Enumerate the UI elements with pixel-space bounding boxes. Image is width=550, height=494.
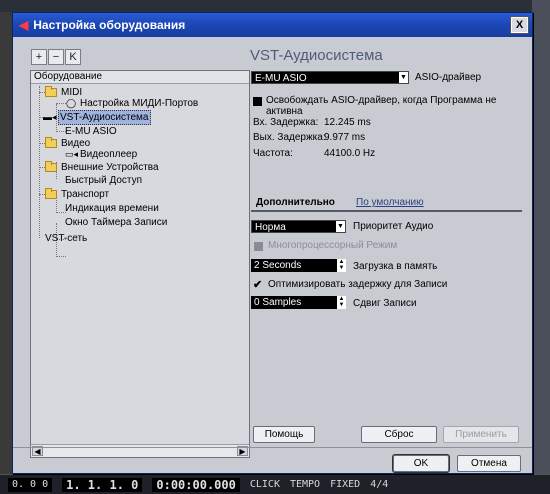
help-button[interactable]: Помощь xyxy=(253,426,315,443)
release-driver-label: Освобождать ASIO-драйвер, когда Программ… xyxy=(266,95,497,117)
multiprocessing-label: Многопроцессорный Режим xyxy=(268,240,398,251)
app-arrow-icon: ◀ xyxy=(19,18,29,32)
tree-body: MIDI ◯ Настройка МИДИ-Портов ▬◂ VST-Ауди… xyxy=(31,84,249,442)
output-latency-label: Вых. Задержка: xyxy=(253,132,326,143)
input-latency-value: 12.245 ms xyxy=(324,117,371,128)
multiprocessing-checkbox[interactable] xyxy=(254,242,263,254)
input-latency-label: Вх. Задержка: xyxy=(253,117,319,128)
tree-item-time-display[interactable]: Индикация времени xyxy=(65,202,159,215)
sample-rate-label: Частота: xyxy=(253,148,293,159)
tab-advanced[interactable]: Дополнительно xyxy=(256,197,335,208)
add-device-button[interactable]: + xyxy=(31,49,47,65)
title-bar[interactable]: ◀ Настройка оборудования xyxy=(13,13,532,37)
transport-left: 0. 0 0 xyxy=(8,477,53,492)
stepper-arrows-icon: ▲ ▼ xyxy=(337,259,346,272)
tree-item-video-player[interactable]: ▭◂ Видеоплеер xyxy=(65,148,137,161)
asio-driver-label: ASIO-драйвер xyxy=(415,72,482,83)
folder-icon xyxy=(45,188,57,199)
device-toolbar: + − K xyxy=(31,49,81,65)
reset-device-button[interactable]: K xyxy=(65,49,81,65)
optimize-latency-label: Оптимизировать задержку для Записи xyxy=(268,279,448,290)
record-shift-stepper[interactable]: 0 Samples ▲ ▼ xyxy=(251,296,346,309)
cancel-button[interactable]: Отмена xyxy=(457,455,521,472)
video-player-icon: ▭◂ xyxy=(65,149,79,159)
transport-position: 1. 1. 1. 0 xyxy=(62,477,143,492)
transport-signature: 4/4 xyxy=(370,479,389,490)
remove-device-button[interactable]: − xyxy=(48,49,64,65)
output-latency-value: 9.977 ms xyxy=(324,132,366,143)
tree-item-vst-audio[interactable]: ▬◂ VST-Аудиосистема xyxy=(43,110,151,125)
panel-title: VST-Аудиосистема xyxy=(250,47,383,64)
sample-rate-value: 44100.0 Hz xyxy=(324,148,376,159)
footer-divider xyxy=(13,447,532,448)
apply-button[interactable]: Применить xyxy=(443,426,519,443)
midi-port-icon: ◯ xyxy=(65,98,77,108)
ok-button[interactable]: OK xyxy=(392,454,450,473)
tree-item-transport[interactable]: Транспорт xyxy=(45,188,109,201)
tree-item-midi-ports[interactable]: ◯ Настройка МИДИ-Портов xyxy=(65,97,198,110)
transport-tempo: TEMPO xyxy=(289,479,321,490)
device-tree: Оборудование MIDI ◯ Настройка МИДИ-Порто… xyxy=(30,70,250,458)
audio-priority-select[interactable]: Норма ▼ xyxy=(251,220,346,233)
folder-icon xyxy=(45,137,57,148)
preload-stepper[interactable]: 2 Seconds ▲ ▼ xyxy=(251,259,346,272)
folder-icon xyxy=(45,86,57,97)
tree-header: Оборудование xyxy=(31,71,249,84)
window-title: Настройка оборудования xyxy=(33,18,186,32)
release-driver-checkbox[interactable] xyxy=(253,97,262,109)
device-setup-dialog: ◀ Настройка оборудования X + − K Оборудо… xyxy=(12,12,533,474)
background-right xyxy=(532,0,550,494)
transport-click: CLICK xyxy=(249,479,280,490)
transport-time: 0:00:00.000 xyxy=(152,477,240,492)
record-shift-label: Сдвиг Записи xyxy=(353,298,417,309)
tab-defaults[interactable]: По умолчанию xyxy=(356,197,424,208)
transport-fixed: FIXED xyxy=(330,479,361,490)
folder-icon xyxy=(45,161,57,172)
asio-driver-select[interactable]: E-MU ASIO ▼ xyxy=(251,71,409,84)
audio-device-icon: ▬◂ xyxy=(43,112,57,122)
audio-priority-label: Приоритет Аудио xyxy=(353,221,434,232)
close-button[interactable]: X xyxy=(510,16,529,34)
tree-item-vst-network[interactable]: VST-сеть xyxy=(45,232,87,245)
tree-item-quick-access[interactable]: Быстрый Доступ xyxy=(65,174,142,187)
tabs-divider xyxy=(251,210,522,212)
chevron-down-icon: ▼ xyxy=(336,221,345,232)
tree-item-record-timer[interactable]: Окно Таймера Записи xyxy=(65,216,167,229)
tree-item-external-devices[interactable]: Внешние Устройства xyxy=(45,161,159,174)
preload-label: Загрузка в память xyxy=(353,261,438,272)
reset-button[interactable]: Сброс xyxy=(361,426,437,443)
chevron-down-icon: ▼ xyxy=(399,72,408,83)
tree-horizontal-scrollbar[interactable]: ◀ ▶ xyxy=(31,444,249,457)
stepper-arrows-icon: ▲ ▼ xyxy=(337,296,346,309)
transport-bar-background: 0. 0 0 1. 1. 1. 0 0:00:00.000 CLICK TEMP… xyxy=(0,474,550,494)
background-top xyxy=(0,0,550,12)
optimize-latency-checkbox[interactable]: ✔ xyxy=(253,280,262,291)
